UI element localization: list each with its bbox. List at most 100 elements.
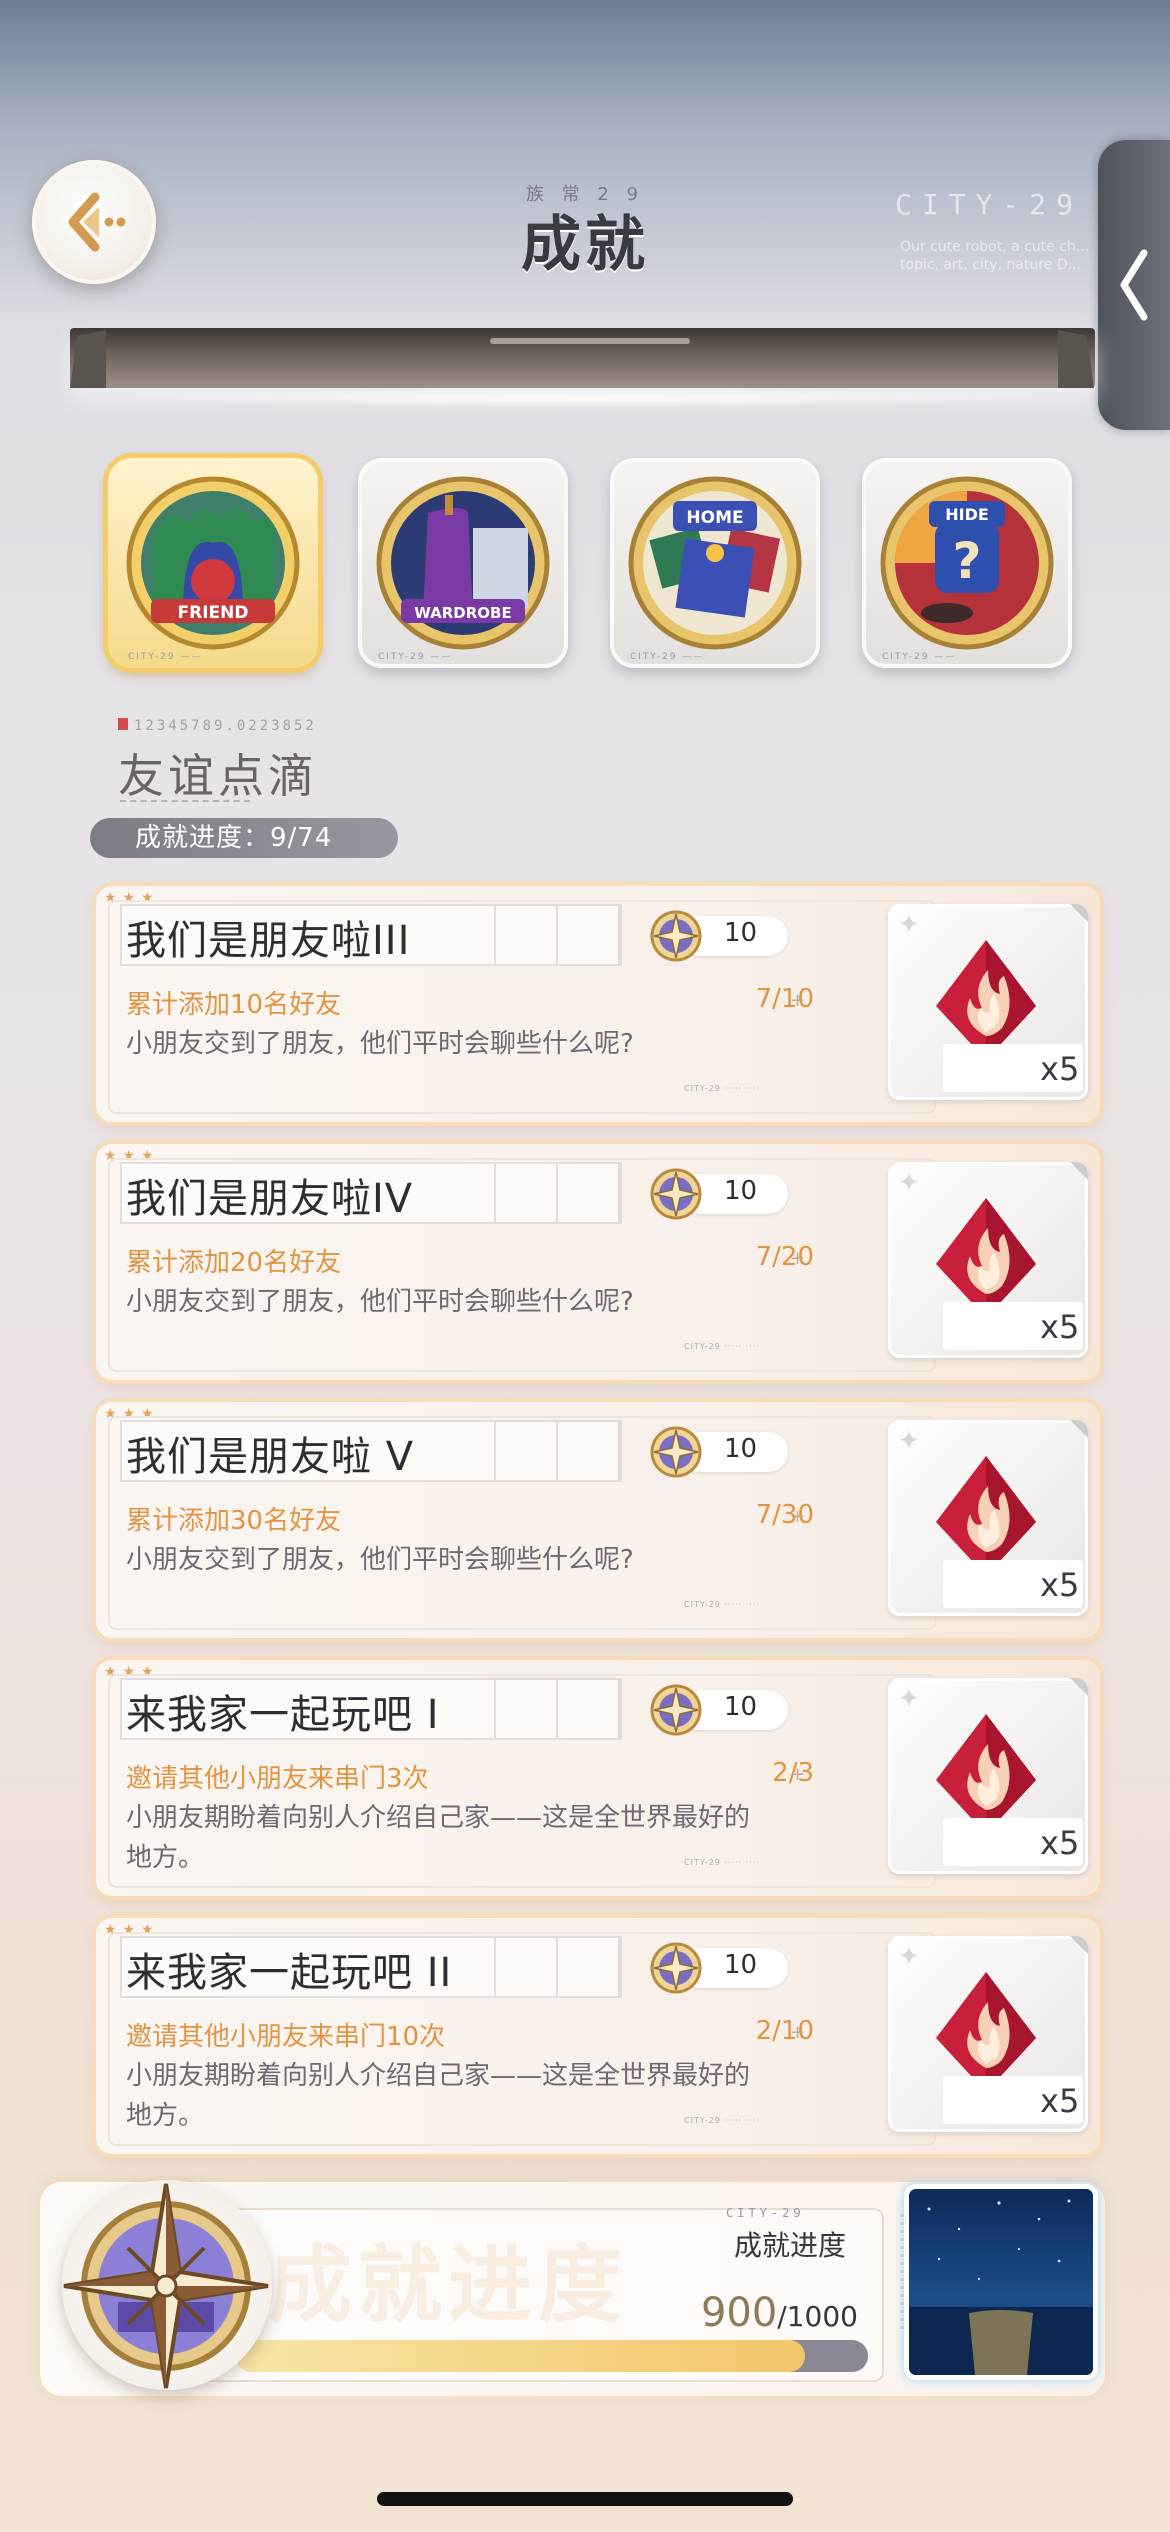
friend-badge-label: FRIEND [178, 603, 249, 623]
plus-decoration: + [790, 2022, 806, 2043]
requirement-text: 邀请其他小朋友来串门10次 [126, 2022, 446, 2052]
card-code: CITY-29 ····· ···· [684, 2116, 760, 2125]
back-button[interactable] [32, 160, 156, 284]
category-tab-home[interactable]: HOME CITY-29 —— [610, 458, 820, 668]
chevron-left-icon [1120, 249, 1148, 321]
achievement-description: 小朋友期盼着向别人介绍自己家——这是全世界最好的地方。 [126, 1803, 751, 1873]
progress-watermark: 成就进度 [268, 2236, 629, 2334]
achievement-description: 小朋友交到了朋友，他们平时会聊些什么呢? [126, 1287, 634, 1317]
reward-quantity: x5 [1040, 1566, 1080, 1604]
category-footer: CITY-29 —— [378, 652, 453, 662]
requirement-text: 累计添加20名好友 [126, 1248, 342, 1278]
compass-medal-icon [650, 1942, 702, 1994]
points-value: 10 [724, 1434, 758, 1464]
achievement-name: 我们是朋友啦III [126, 918, 411, 964]
reward-preview-image[interactable] [904, 2184, 1098, 2380]
achievement-card[interactable]: ★★★ 来我家一起玩吧 I 10 邀请其他小朋友来串门3次 2/3 + 小朋友期… [96, 1660, 1100, 1896]
category-footer: CITY-29 —— [128, 652, 203, 662]
reward-slot[interactable]: ✦ x5 [888, 1678, 1088, 1874]
plus-decoration: + [790, 1248, 806, 1269]
achievement-name: 来我家一起玩吧 I [126, 1692, 440, 1738]
category-progress: 成就进度：9/74 [90, 818, 398, 858]
achievement-card[interactable]: ★★★ 来我家一起玩吧 II 10 邀请其他小朋友来串门10次 2/10 + 小… [96, 1918, 1100, 2154]
card-code: CITY-29 ····· ···· [684, 1600, 760, 1609]
question-mark: ? [952, 532, 981, 590]
total-progress-fill [236, 2340, 805, 2372]
compass-medal-icon [650, 1684, 702, 1736]
friend-badge-icon: FRIEND [126, 476, 300, 650]
plus-decoration: + [790, 1506, 806, 1527]
achievement-card[interactable]: ★★★ 我们是朋友啦III 10 累计添加10名好友 7/10 + 小朋友交到了… [96, 886, 1100, 1122]
compass-medal-icon [650, 1426, 702, 1478]
plus-decoration: + [790, 1764, 806, 1785]
brand-text: CITY-29 [895, 188, 1084, 221]
progress-current: 900 [700, 2290, 778, 2336]
wardrobe-badge-label: WARDROBE [414, 604, 511, 622]
points-value: 10 [724, 1176, 758, 1206]
compass-medal-icon [650, 1168, 702, 1220]
plus-decoration: + [790, 990, 806, 1011]
requirement-text: 邀请其他小朋友来串门3次 [126, 1764, 429, 1794]
hide-badge-icon: ? HIDE [880, 476, 1054, 650]
section-divider [120, 800, 250, 804]
hide-badge-label: HIDE [945, 505, 989, 524]
sparkle-icon: ✦ [898, 1426, 920, 1456]
page-title: 成就 [521, 210, 649, 280]
side-collapse-tab[interactable] [1098, 140, 1170, 430]
total-progress-label: 成就进度 [734, 2229, 847, 2262]
corner-fold [1070, 1420, 1088, 1438]
reward-quantity: x5 [1040, 1308, 1080, 1346]
achievement-description: 小朋友交到了朋友，他们平时会聊些什么呢? [126, 1545, 634, 1575]
total-progress-value: 900/1000 [680, 2290, 858, 2336]
category-tab-wardrobe[interactable]: WARDROBE CITY-29 —— [358, 458, 568, 668]
points-value: 10 [724, 1950, 758, 1980]
corner-fold [1070, 904, 1088, 922]
achievement-description: 小朋友交到了朋友，他们平时会聊些什么呢? [126, 1029, 634, 1059]
achievement-card[interactable]: ★★★ 我们是朋友啦 V 10 累计添加30名好友 7/30 + 小朋友交到了朋… [96, 1402, 1100, 1638]
corner-fold [1070, 1678, 1088, 1696]
reward-quantity: x5 [1040, 1050, 1080, 1088]
reward-slot[interactable]: ✦ x5 [888, 904, 1088, 1100]
back-arrow-icon [68, 192, 126, 252]
card-code: CITY-29 ····· ···· [684, 1858, 760, 1867]
compass-medal-icon [650, 910, 702, 962]
category-footer: CITY-29 —— [630, 652, 705, 662]
night-sea-image [909, 2189, 1093, 2375]
sparkle-icon: ✦ [898, 1942, 920, 1972]
reward-slot[interactable]: ✦ x5 [888, 1936, 1088, 2132]
shelf-glow [110, 388, 1060, 408]
section-code: 12345789.0223852 [134, 718, 317, 734]
card-code: CITY-29 ····· ···· [684, 1342, 760, 1351]
requirement-text: 累计添加30名好友 [126, 1506, 342, 1536]
display-shelf [70, 328, 1095, 388]
achievement-description: 小朋友期盼着向别人介绍自己家——这是全世界最好的地方。 [126, 2061, 751, 2131]
home-badge-icon: HOME [628, 476, 802, 650]
achievement-name: 我们是朋友啦IV [126, 1176, 414, 1222]
progress-city-label: CITY-29 [726, 2206, 805, 2220]
sparkle-icon: ✦ [898, 1684, 920, 1714]
achievement-name: 我们是朋友啦 V [126, 1434, 415, 1480]
achievement-card[interactable]: ★★★ 我们是朋友啦IV 10 累计添加20名好友 7/20 + 小朋友交到了朋… [96, 1144, 1100, 1380]
section-title: 友谊点滴 [118, 749, 318, 803]
progress-total: /1000 [777, 2300, 858, 2333]
reward-quantity: x5 [1040, 2082, 1080, 2120]
wardrobe-badge-icon: WARDROBE [376, 476, 550, 650]
points-value: 10 [724, 1692, 758, 1722]
achievement-name: 来我家一起玩吧 II [126, 1950, 453, 1996]
category-tab-hide[interactable]: ? HIDE CITY-29 —— [862, 458, 1072, 668]
home-indicator[interactable] [377, 2492, 793, 2506]
sparkle-icon: ✦ [898, 910, 920, 940]
category-tab-friend[interactable]: FRIEND CITY-29 —— [108, 458, 318, 668]
points-value: 10 [724, 918, 758, 948]
reward-slot[interactable]: ✦ x5 [888, 1420, 1088, 1616]
corner-fold [1070, 1936, 1088, 1954]
category-footer: CITY-29 —— [882, 652, 957, 662]
requirement-text: 累计添加10名好友 [126, 990, 342, 1020]
section-marker [118, 718, 128, 730]
corner-fold [1070, 1162, 1088, 1180]
compass-medal-icon[interactable] [48, 2168, 284, 2404]
home-badge-label: HOME [686, 508, 743, 528]
reward-quantity: x5 [1040, 1824, 1080, 1862]
sparkle-icon: ✦ [898, 1168, 920, 1198]
reward-slot[interactable]: ✦ x5 [888, 1162, 1088, 1358]
